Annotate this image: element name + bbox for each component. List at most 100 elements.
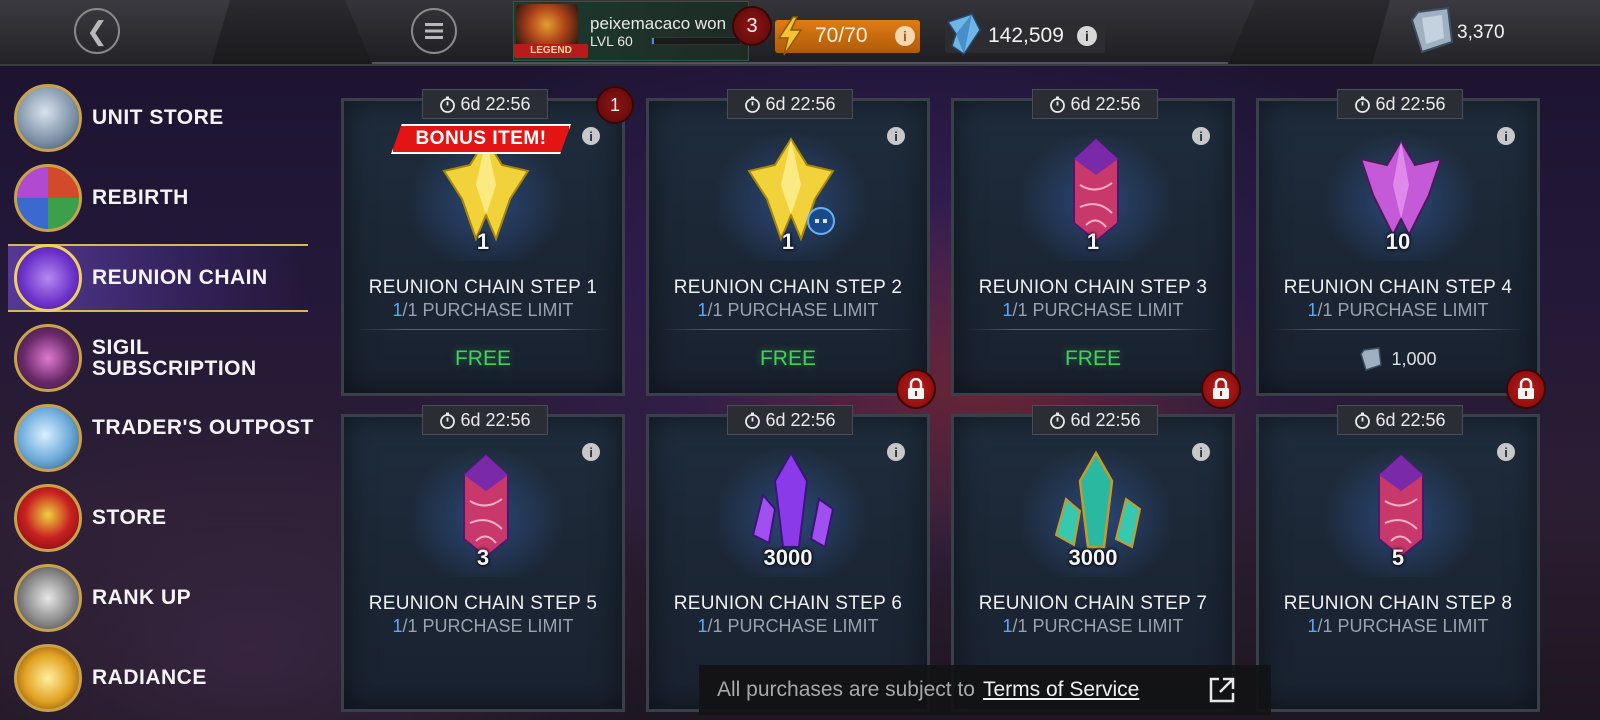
stopwatch-icon	[1355, 96, 1371, 113]
lock-icon	[896, 369, 936, 409]
offer-title: REUNION CHAIN STEP 7	[978, 593, 1208, 614]
purchase-limit-current: 1	[1002, 616, 1013, 636]
padlock-icon	[1213, 378, 1229, 399]
chevron-left-icon: ❮	[86, 15, 108, 46]
purchase-limit-text: /1 PURCHASE LIMIT	[707, 616, 879, 636]
timer-value: 6d 22:56	[1070, 93, 1141, 114]
sidebar-item-rebirth[interactable]: REBIRTH	[14, 160, 314, 232]
player-name: peixemacaco won	[590, 14, 727, 33]
player-profile[interactable]: LEGEND peixemacaco won LVL 60	[513, 1, 749, 61]
offer-info-icon[interactable]: i	[582, 443, 600, 461]
terms-prefix: All purchases are subject to	[717, 678, 975, 701]
sidebar-item-reunion-chain[interactable]: REUNION CHAIN	[8, 240, 314, 312]
sidebar-item-label: UNIT STORE	[92, 106, 224, 129]
purchase-limit: 1/1 PURCHASE LIMIT	[649, 300, 927, 321]
offer-card[interactable]: 6d 22:56 i 3 REUNION CHAIN STEP 5 1/1 PURCHA…	[341, 405, 625, 712]
sidebar-item-label: RANK UP	[92, 586, 192, 609]
hamburger-menu-icon	[425, 23, 443, 39]
purchase-limit-text: /1 PURCHASE LIMIT	[1012, 616, 1184, 636]
offer-title: REUNION CHAIN STEP 4	[1283, 277, 1513, 298]
sidebar-item-label: SIGIL SUBSCRIPTION	[92, 336, 257, 380]
timer-value: 6d 22:56	[460, 93, 531, 114]
purchase-limit-text: /1 PURCHASE LIMIT	[1012, 300, 1184, 320]
offer-timer: 6d 22:56	[422, 405, 548, 435]
offer-timer: 6d 22:56	[422, 89, 548, 119]
divider	[663, 329, 913, 330]
offer-info-icon[interactable]: i	[1497, 443, 1515, 461]
purchase-limit-current: 1	[392, 300, 403, 320]
item-quantity: 1	[781, 229, 795, 254]
units-icon	[1360, 347, 1383, 371]
crystal-info-icon[interactable]: i	[1077, 26, 1097, 46]
offer-info-icon[interactable]: i	[1192, 127, 1210, 145]
lock-icon	[1506, 369, 1546, 409]
timer-value: 6d 22:56	[1375, 409, 1446, 430]
offer-timer: 6d 22:56	[1337, 89, 1463, 119]
item-quantity: 10	[1385, 229, 1411, 254]
offer-info-icon[interactable]: i	[887, 443, 905, 461]
stopwatch-icon	[745, 412, 761, 429]
bonus-item-banner: BONUS ITEM!	[391, 124, 571, 154]
item-quantity: 3000	[1068, 545, 1118, 570]
sidebar-item-store[interactable]: STORE	[14, 480, 314, 552]
xp-bar	[651, 37, 741, 45]
top-bar: ❮ LEGEND peixemacaco won LVL 60 3 70/70 …	[0, 0, 1600, 66]
offer-info-icon[interactable]: i	[887, 127, 905, 145]
sidebar-item-label: REUNION CHAIN	[92, 266, 268, 289]
back-button[interactable]: ❮	[74, 8, 120, 54]
offer-card[interactable]: 6d 22:56 i 5 REUNION CHAIN STEP 8 1/1 PURCHA…	[1256, 405, 1540, 712]
energy-value: 70/70	[815, 24, 868, 47]
rank-up-arrow-icon	[14, 564, 82, 632]
sidebar-item-label: TRADER'S OUTPOST	[92, 416, 314, 439]
offer-title: REUNION CHAIN STEP 6	[673, 593, 903, 614]
purchase-limit-current: 1	[1307, 616, 1318, 636]
purchase-limit: 1/1 PURCHASE LIMIT	[344, 300, 622, 321]
price-units: 1,000	[1259, 347, 1537, 371]
offer-title: REUNION CHAIN STEP 2	[673, 277, 903, 298]
offer-timer: 6d 22:56	[1337, 405, 1463, 435]
rebirth-icon	[14, 164, 82, 232]
notification-badge[interactable]: 3	[732, 6, 772, 46]
offer-title: REUNION CHAIN STEP 8	[1283, 593, 1513, 614]
offer-info-icon[interactable]: i	[1192, 443, 1210, 461]
timer-value: 6d 22:56	[765, 409, 836, 430]
purchase-limit: 1/1 PURCHASE LIMIT	[954, 616, 1232, 637]
sidebar-item-traders-outpost[interactable]: TRADER'S OUTPOST	[14, 400, 314, 472]
offer-info-icon[interactable]: i	[582, 127, 600, 145]
offer-info-icon[interactable]: i	[1497, 127, 1515, 145]
offer-title: REUNION CHAIN STEP 3	[978, 277, 1208, 298]
price-label: FREE	[759, 347, 816, 370]
rank-tag: LEGEND	[514, 44, 588, 58]
offer-card[interactable]: 6d 22:56 i 1 REUNION CHAIN STEP 2 1/1 PURCHA…	[646, 89, 930, 396]
offer-timer: 6d 22:56	[1032, 405, 1158, 435]
sidebar-item-radiance[interactable]: RADIANCE	[14, 640, 314, 712]
offer-title: REUNION CHAIN STEP 1	[368, 277, 598, 298]
purchase-limit-current: 1	[1307, 300, 1318, 320]
purchase-limit-text: /1 PURCHASE LIMIT	[1317, 300, 1489, 320]
sidebar-item-label: STORE	[92, 506, 167, 529]
timer-value: 6d 22:56	[765, 93, 836, 114]
menu-button[interactable]	[411, 8, 457, 54]
price-label: FREE	[454, 347, 511, 370]
offer-title: REUNION CHAIN STEP 5	[368, 593, 598, 614]
crystal-value: 142,509	[988, 24, 1064, 47]
units-value: 3,370	[1457, 22, 1505, 43]
sidebar-item-rank-up[interactable]: RANK UP	[14, 560, 314, 632]
stopwatch-icon	[1355, 412, 1371, 429]
terms-of-service-link[interactable]: Terms of Service	[983, 678, 1139, 702]
purchase-limit: 1/1 PURCHASE LIMIT	[1259, 300, 1537, 321]
offer-notification-badge: 1	[596, 86, 634, 124]
external-link-icon[interactable]	[1207, 675, 1237, 705]
sigil-icon	[14, 324, 82, 392]
padlock-icon	[908, 378, 924, 399]
sidebar-item-sigil-subscription[interactable]: SIGIL SUBSCRIPTION	[14, 320, 314, 392]
item-quantity: 3000	[763, 545, 813, 570]
offer-card[interactable]: 6d 22:56 i 10 REUNION CHAIN STEP 4 1/1 PURCH…	[1256, 89, 1540, 396]
energy-info-icon[interactable]: i	[895, 26, 915, 46]
purchase-limit: 1/1 PURCHASE LIMIT	[344, 616, 622, 637]
sidebar-item-unit-store[interactable]: UNIT STORE	[14, 80, 314, 152]
purchase-limit-text: /1 PURCHASE LIMIT	[402, 300, 574, 320]
offer-timer: 6d 22:56	[727, 89, 853, 119]
purchase-limit-text: /1 PURCHASE LIMIT	[402, 616, 574, 636]
offer-card[interactable]: 6d 22:56 i 1 REUNION CHAIN STEP 3 1/1 PURCHA…	[951, 89, 1235, 396]
